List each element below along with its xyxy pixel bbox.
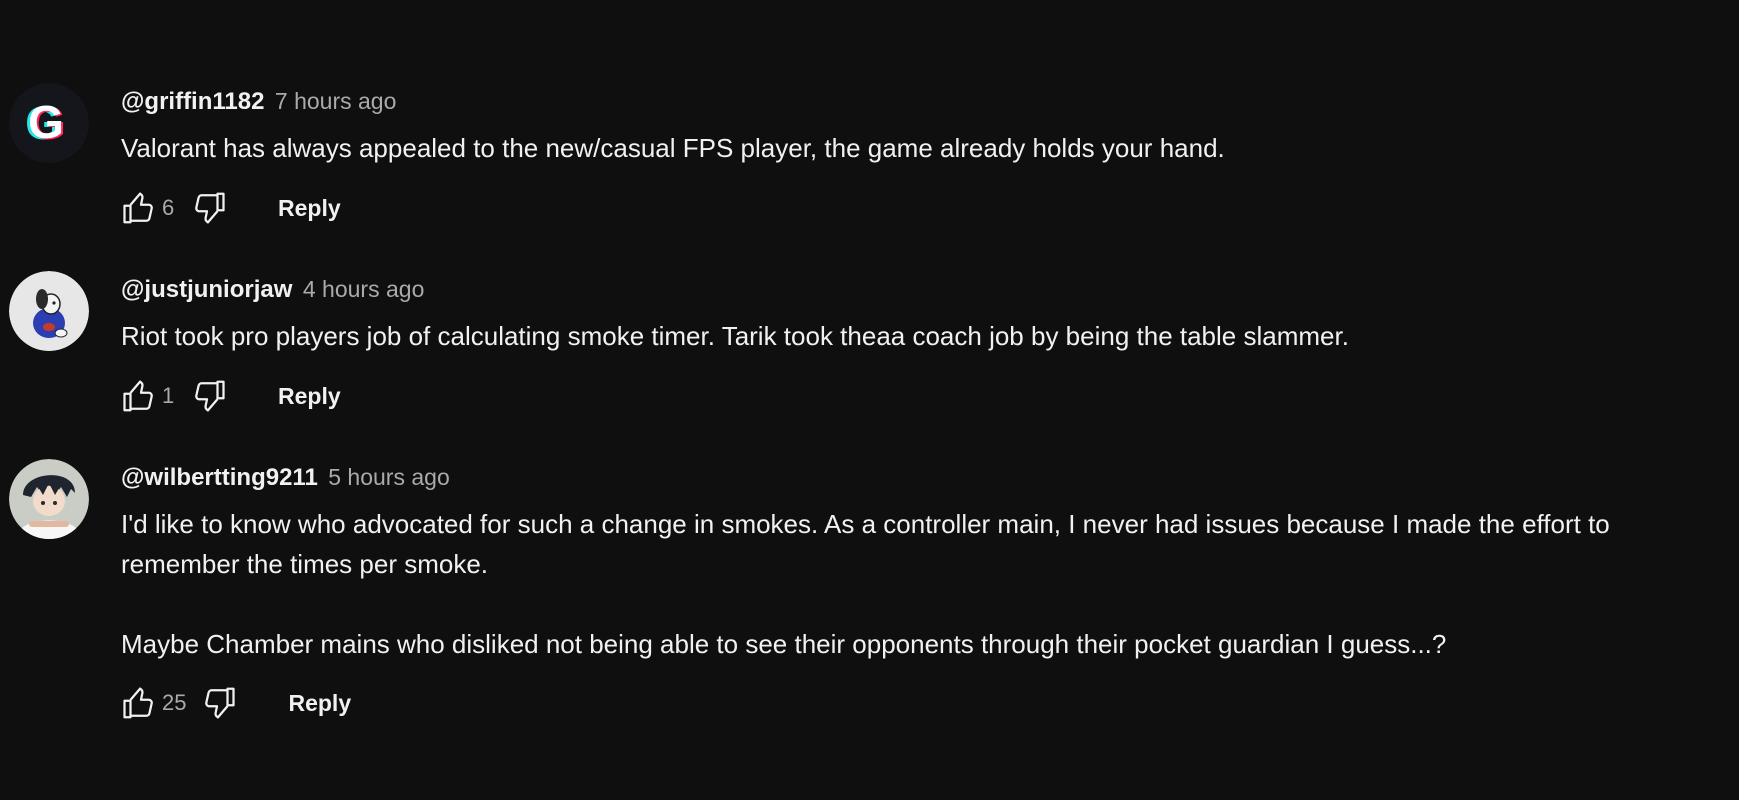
like-count: 25 [162, 690, 187, 715]
avatar-image [9, 459, 89, 539]
thumbs-up-icon [123, 687, 153, 719]
comment-timestamp[interactable]: 5 hours ago [328, 464, 449, 490]
avatar-image [9, 271, 89, 351]
comment-timestamp[interactable]: 4 hours ago [303, 276, 424, 302]
comment-header: @wilbertting9211 5 hours ago [121, 461, 450, 493]
thumbs-down-icon [195, 192, 225, 224]
author-name[interactable]: @justjuniorjaw [121, 276, 292, 303]
thumbs-down-icon [205, 687, 236, 719]
like-count: 6 [162, 195, 175, 220]
comment-timestamp[interactable]: 7 hours ago [275, 88, 396, 114]
avatar-image: G G G [9, 83, 89, 163]
comment-text: Valorant has always appealed to the new/… [121, 133, 1225, 163]
comment-actions: 1 Reply [116, 374, 341, 418]
dislike-button[interactable] [188, 186, 232, 230]
like-button[interactable] [116, 374, 160, 418]
author-name[interactable]: @wilbertting9211 [121, 464, 318, 491]
comment-text: I'd like to know who advocated for such … [121, 509, 1610, 659]
reply-button[interactable]: Reply [278, 195, 341, 222]
avatar[interactable] [9, 459, 89, 539]
reply-button[interactable]: Reply [278, 383, 341, 410]
dislike-button[interactable] [188, 374, 232, 418]
like-count: 1 [162, 383, 175, 408]
thumbs-up-icon [123, 380, 153, 412]
reply-button[interactable]: Reply [288, 690, 351, 717]
comment-text: Riot took pro players job of calculating… [121, 321, 1349, 351]
like-button[interactable] [116, 681, 160, 725]
thumbs-up-icon [123, 192, 153, 224]
comment-actions: 6 Reply [116, 186, 341, 230]
avatar-letter: G [28, 96, 64, 148]
avatar[interactable] [9, 271, 89, 351]
avatar[interactable]: G G G [9, 83, 89, 163]
comment-header: @griffin1182 7 hours ago [121, 85, 396, 117]
like-button[interactable] [116, 186, 160, 230]
comment-actions: 25 Reply [116, 681, 351, 725]
comment-header: @justjuniorjaw 4 hours ago [121, 273, 424, 305]
dislike-button[interactable] [198, 681, 242, 725]
author-name[interactable]: @griffin1182 [121, 88, 264, 115]
thumbs-down-icon [195, 380, 225, 412]
